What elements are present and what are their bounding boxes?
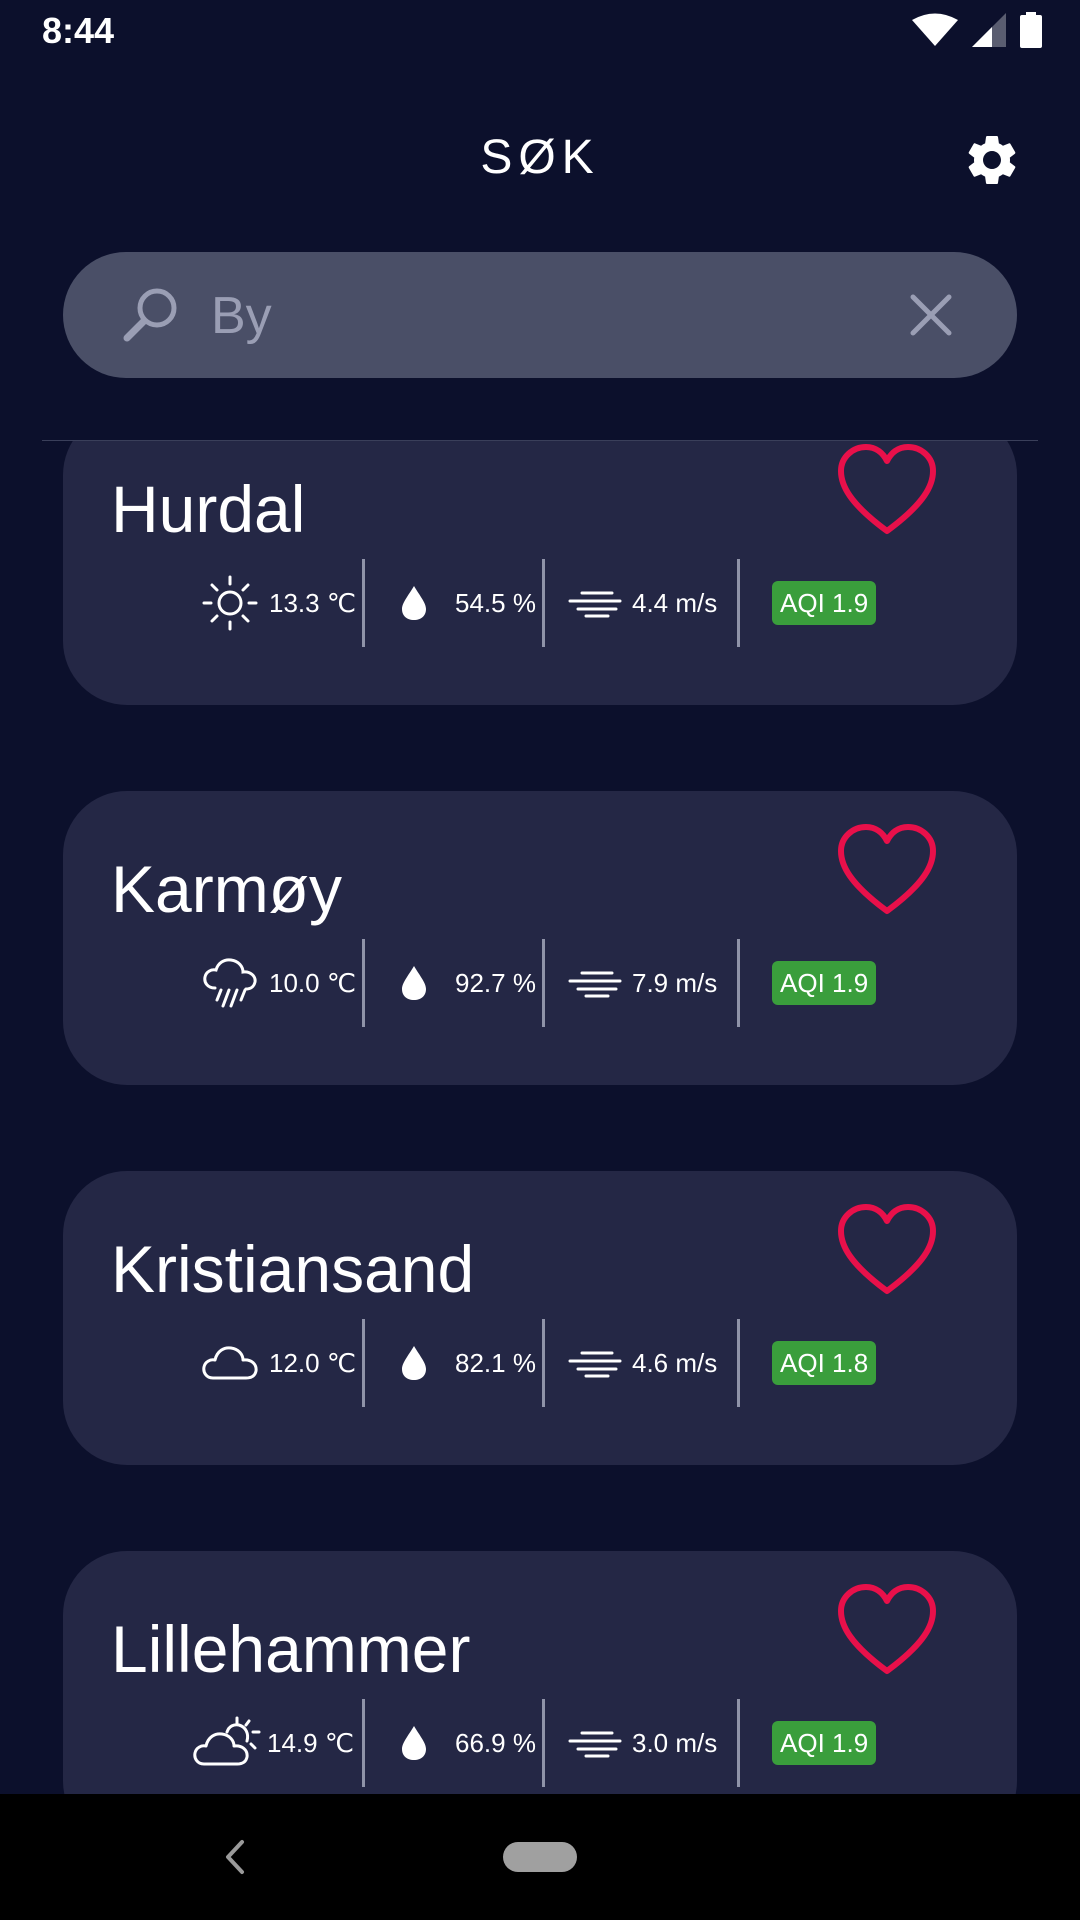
weather-stats: 10.0 ℃ 92.7 % 7.9 m/s AQI 1.9	[63, 939, 1017, 1027]
city-name: Hurdal	[111, 472, 306, 546]
status-icons	[912, 12, 1042, 48]
search-input[interactable]	[209, 276, 913, 356]
city-name: Lillehammer	[111, 1612, 471, 1686]
city-name: Karmøy	[111, 852, 342, 926]
city-card[interactable]: Lillehammer 14.9 ℃ 66.9 % 3.0 m/s AQI 1.…	[63, 1551, 1017, 1794]
wifi-icon	[912, 13, 958, 46]
stat-separator	[542, 939, 545, 1027]
temperature-stat: 12.0 ℃	[201, 1319, 356, 1407]
wind-icon	[568, 1351, 622, 1378]
temperature-stat: 13.3 ℃	[201, 559, 356, 647]
app-header: SØK	[0, 110, 1080, 210]
temperature-stat: 14.9 ℃	[193, 1699, 354, 1787]
humidity-stat: 66.9 %	[399, 1699, 536, 1787]
stat-separator	[362, 939, 365, 1027]
city-list[interactable]: Hurdal 13.3 ℃ 54.5 % 4.4 m/s AQI 1.9 Kar…	[0, 441, 1080, 1794]
wind-stat: 7.9 m/s	[568, 939, 717, 1027]
aqi-badge: AQI 1.8	[772, 1341, 877, 1385]
settings-button[interactable]	[962, 130, 1022, 190]
battery-icon	[1020, 12, 1042, 48]
humidity-value: 54.5 %	[455, 587, 536, 618]
close-icon	[910, 294, 952, 336]
favorite-button[interactable]	[835, 443, 939, 539]
status-bar: 8:44	[0, 0, 1080, 64]
search-icon	[123, 288, 177, 342]
stat-separator	[362, 1699, 365, 1787]
temperature-value: 12.0 ℃	[269, 1347, 357, 1378]
wind-stat: 3.0 m/s	[568, 1699, 717, 1787]
heart-icon	[838, 824, 936, 914]
heart-icon	[838, 444, 936, 534]
water-drop-icon	[402, 586, 426, 620]
page-title: SØK	[480, 131, 600, 184]
wind-icon	[568, 971, 622, 998]
back-button[interactable]	[222, 1836, 248, 1878]
home-button[interactable]	[503, 1842, 577, 1872]
weather-stats: 13.3 ℃ 54.5 % 4.4 m/s AQI 1.9	[63, 559, 1017, 647]
heart-icon	[838, 1584, 936, 1674]
back-chevron-icon	[226, 1840, 244, 1874]
rain-cloud-icon	[203, 958, 257, 1008]
wind-value: 3.0 m/s	[632, 1727, 718, 1758]
gear-icon	[968, 136, 1016, 184]
temperature-stat: 10.0 ℃	[201, 939, 356, 1027]
stat-separator	[542, 559, 545, 647]
stat-separator	[362, 559, 365, 647]
water-drop-icon	[402, 1346, 426, 1380]
wind-value: 4.6 m/s	[632, 1347, 718, 1378]
stat-separator	[542, 1319, 545, 1407]
city-card[interactable]: Hurdal 13.3 ℃ 54.5 % 4.4 m/s AQI 1.9	[63, 441, 1017, 705]
aqi-badge: AQI 1.9	[772, 1721, 877, 1765]
weather-stats: 12.0 ℃ 82.1 % 4.6 m/s AQI 1.8	[63, 1319, 1017, 1407]
stat-separator	[542, 1699, 545, 1787]
city-card[interactable]: Kristiansand 12.0 ℃ 82.1 % 4.6 m/s AQI 1…	[63, 1171, 1017, 1465]
temperature-value: 14.9 ℃	[267, 1727, 355, 1758]
stat-separator	[737, 1699, 740, 1787]
water-drop-icon	[402, 1726, 426, 1760]
favorite-button[interactable]	[835, 1583, 939, 1679]
cell-signal-icon	[972, 13, 1006, 47]
humidity-stat: 92.7 %	[399, 939, 536, 1027]
favorite-button[interactable]	[835, 1203, 939, 1299]
wind-value: 4.4 m/s	[632, 587, 718, 618]
partly-cloudy-icon	[193, 1716, 261, 1766]
stat-separator	[362, 1319, 365, 1407]
wind-icon	[568, 591, 622, 618]
wind-value: 7.9 m/s	[632, 967, 718, 998]
humidity-stat: 54.5 %	[399, 559, 536, 647]
temperature-value: 13.3 ℃	[269, 587, 357, 618]
stat-separator	[737, 559, 740, 647]
search-bar	[63, 252, 1017, 378]
water-drop-icon	[402, 966, 426, 1000]
temperature-value: 10.0 ℃	[269, 967, 357, 998]
stat-separator	[737, 1319, 740, 1407]
city-name: Kristiansand	[111, 1232, 475, 1306]
humidity-value: 66.9 %	[455, 1727, 536, 1758]
weather-stats: 14.9 ℃ 66.9 % 3.0 m/s AQI 1.9	[63, 1699, 1017, 1787]
favorite-button[interactable]	[835, 823, 939, 919]
wind-stat: 4.4 m/s	[568, 559, 717, 647]
stat-separator	[737, 939, 740, 1027]
aqi-badge: AQI 1.9	[772, 581, 877, 625]
cloud-icon	[202, 1346, 258, 1380]
humidity-stat: 82.1 %	[399, 1319, 536, 1407]
wind-icon	[568, 1731, 622, 1758]
heart-icon	[838, 1204, 936, 1294]
city-card[interactable]: Karmøy 10.0 ℃ 92.7 % 7.9 m/s AQI 1.9	[63, 791, 1017, 1085]
sun-icon	[202, 575, 258, 631]
wind-stat: 4.6 m/s	[568, 1319, 717, 1407]
humidity-value: 82.1 %	[455, 1347, 536, 1378]
home-pill-icon	[503, 1842, 577, 1872]
clear-search-button[interactable]	[905, 289, 957, 341]
status-time: 8:44	[42, 10, 115, 51]
humidity-value: 92.7 %	[455, 967, 536, 998]
aqi-badge: AQI 1.9	[772, 961, 877, 1005]
